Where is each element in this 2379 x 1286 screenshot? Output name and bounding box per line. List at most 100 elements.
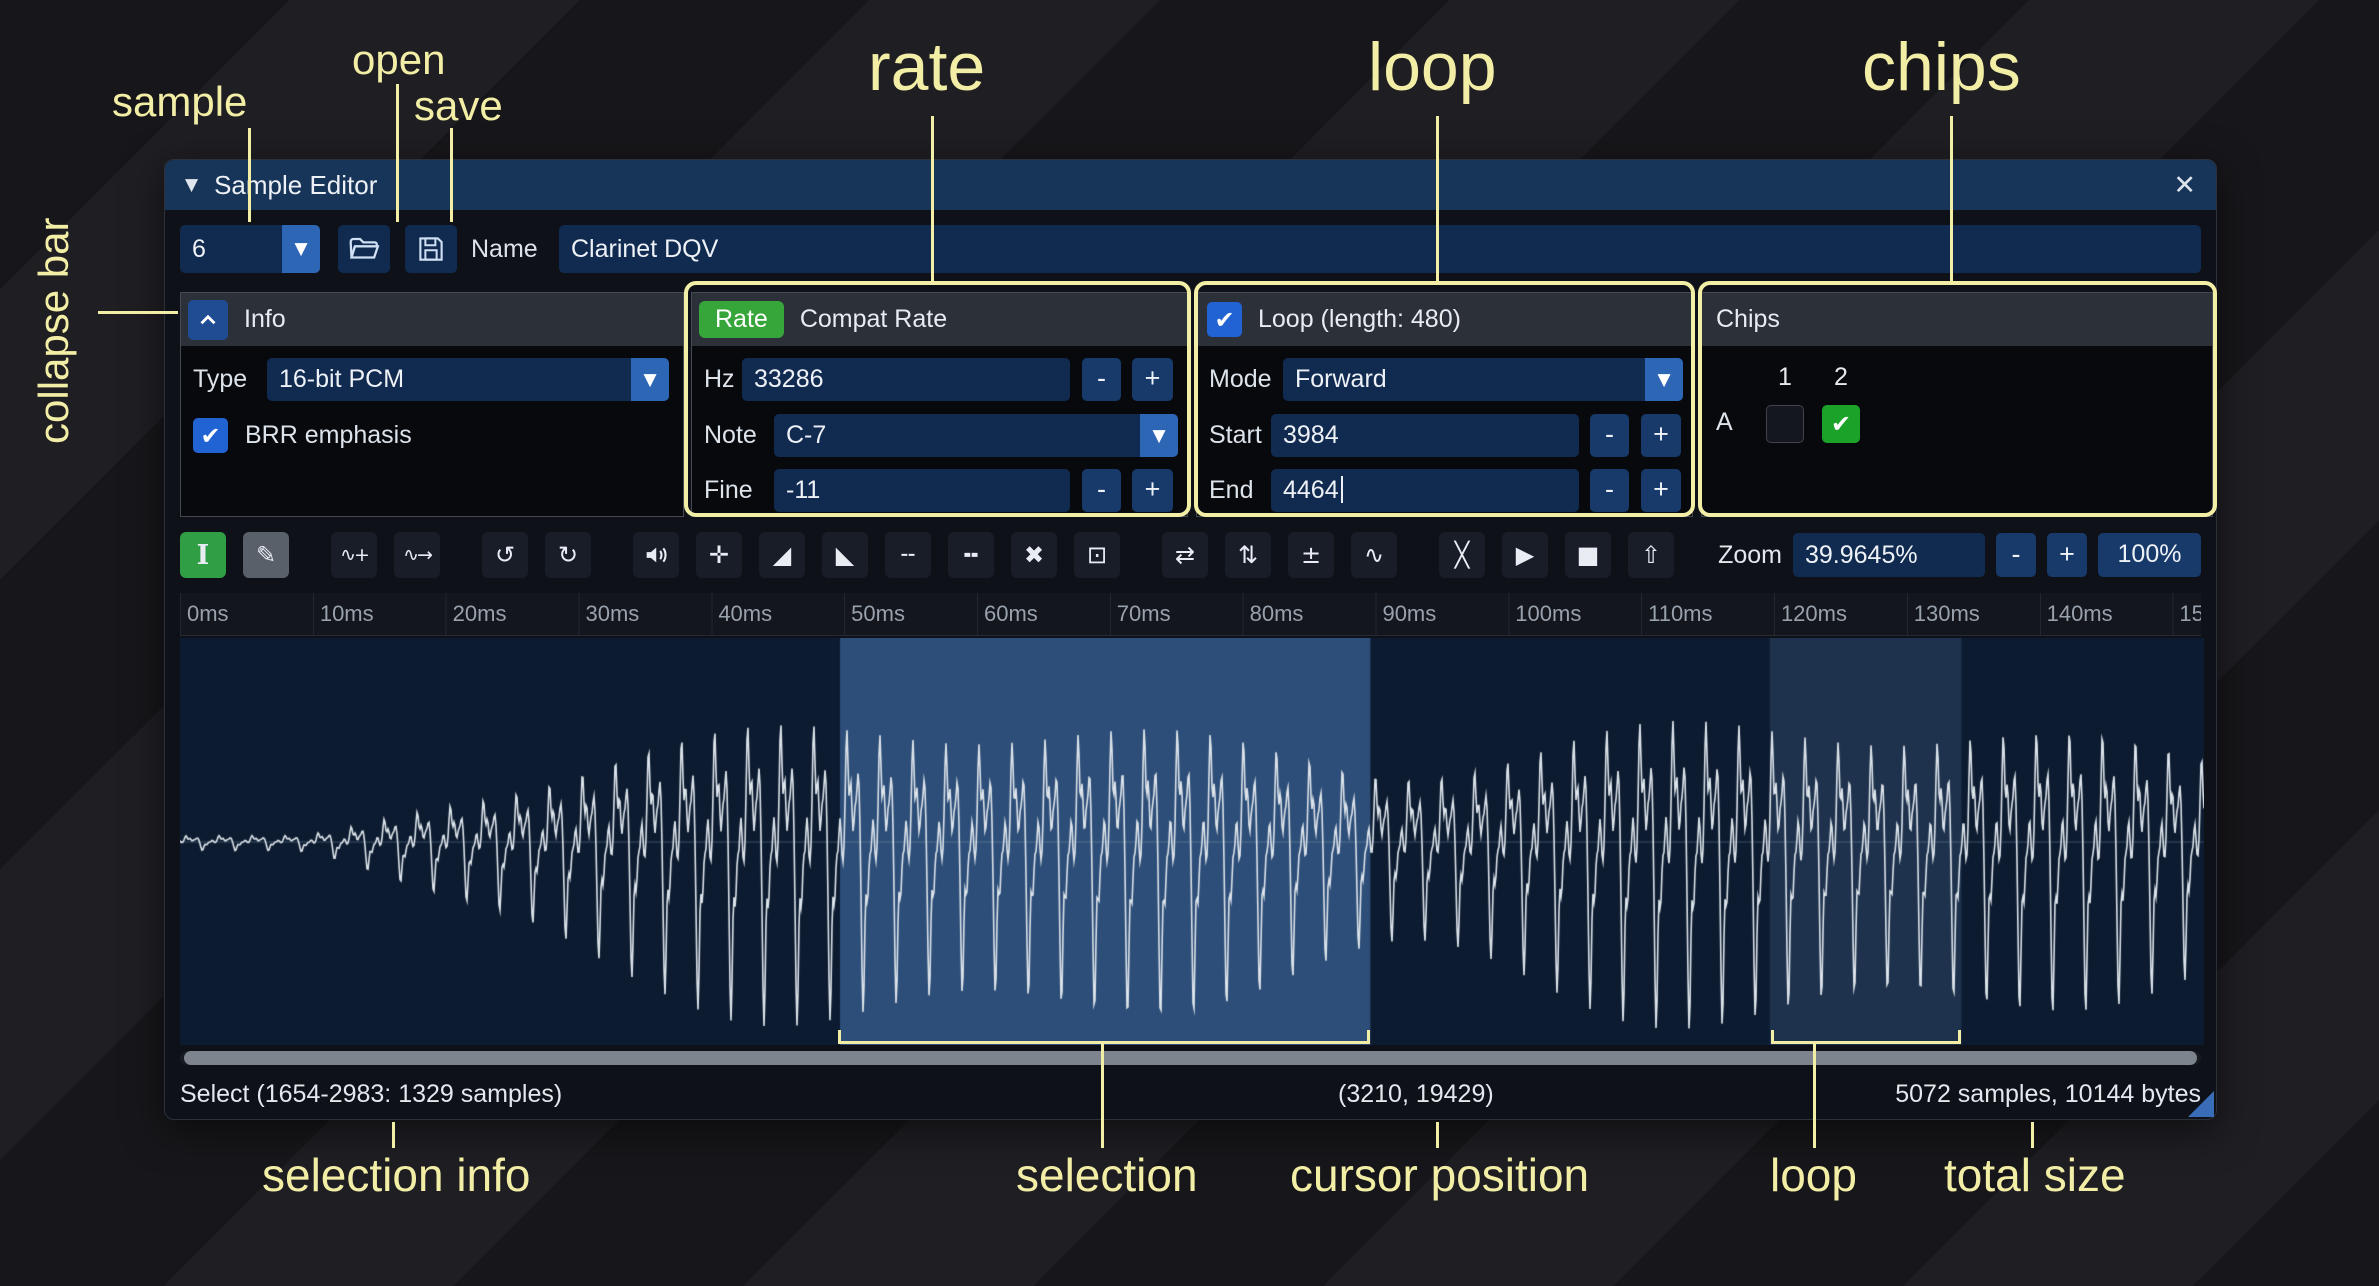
apply-silence-button[interactable]: ╍ <box>948 532 994 578</box>
note-dropdown[interactable]: C-7 ▼ <box>774 414 1178 457</box>
fine-increment-button[interactable]: + <box>1132 469 1173 512</box>
chevron-down-icon[interactable]: ▼ <box>282 225 320 273</box>
zoom-in-button[interactable]: + <box>2047 533 2087 577</box>
annotation-chips-label: chips <box>1862 28 2021 106</box>
titlebar[interactable]: ▼ Sample Editor ✕ <box>165 160 2216 210</box>
close-icon[interactable]: ✕ <box>2173 170 2196 201</box>
undo-button[interactable]: ↺ <box>482 532 528 578</box>
loop-start-input[interactable]: 3984 <box>1271 414 1579 457</box>
rate-badge[interactable]: Rate <box>699 301 784 338</box>
amplify-button[interactable] <box>633 532 679 578</box>
brr-emphasis-label: BRR emphasis <box>245 414 412 457</box>
rate-panel-header: Rate Compat Rate <box>692 293 1187 346</box>
loop-mode-dropdown[interactable]: Forward ▼ <box>1283 358 1683 401</box>
filter-button[interactable]: ∿ <box>1351 532 1397 578</box>
play-icon: ▶ <box>1516 543 1534 567</box>
loop-start-decrement-button[interactable]: - <box>1590 414 1629 457</box>
sample-selector[interactable]: 6 ▼ <box>180 225 320 273</box>
resize-grip[interactable] <box>2188 1091 2214 1117</box>
rate-panel: Rate Compat Rate Hz 33286 - + Note C-7 ▼… <box>691 292 1188 517</box>
ruler-label: 140ms <box>2040 593 2173 635</box>
save-sample-button[interactable] <box>405 225 457 273</box>
chips-header-label: Chips <box>1716 305 1780 334</box>
delete-button[interactable]: ✖ <box>1011 532 1057 578</box>
hz-input[interactable]: 33286 <box>742 358 1070 401</box>
edit-mode-draw-button[interactable]: ✎ <box>243 532 289 578</box>
stop-icon: ■ <box>1577 543 1600 567</box>
zoom-input[interactable]: 39.9645% <box>1793 533 1985 577</box>
volume-icon <box>642 541 670 569</box>
open-sample-button[interactable] <box>338 225 390 273</box>
info-panel-header[interactable]: Info <box>181 293 683 346</box>
loop-start-increment-button[interactable]: + <box>1641 414 1681 457</box>
selection-info-text: Select (1654-2983: 1329 samples) <box>180 1072 562 1117</box>
collapse-info-button[interactable] <box>188 300 228 340</box>
vertical-arrows-icon: ⇅ <box>1238 543 1258 567</box>
annotation-sample-label: sample <box>112 78 247 126</box>
loop-enabled-checkbox[interactable]: ✔ <box>1207 302 1242 337</box>
fade-in-button[interactable]: ◢ <box>759 532 805 578</box>
resample-icon: ∿→ <box>403 546 431 565</box>
plus-minus-icon: ± <box>1301 543 1321 567</box>
crop-icon: ⊡ <box>1087 543 1107 567</box>
chip-a2-checkbox[interactable]: ✔ <box>1822 405 1860 443</box>
name-label: Name <box>471 225 538 273</box>
chip-a1-checkbox[interactable] <box>1766 405 1804 443</box>
note-dropdown-value: C-7 <box>786 414 826 457</box>
create-wavetable-button[interactable]: ⇧ <box>1628 532 1674 578</box>
floppy-save-icon <box>416 234 446 264</box>
edit-mode-select-button[interactable]: I <box>180 532 226 578</box>
chevron-down-icon[interactable]: ▼ <box>631 358 669 401</box>
fine-decrement-button[interactable]: - <box>1082 469 1121 512</box>
loop-header-label: Loop (length: 480) <box>1258 305 1461 334</box>
brr-emphasis-checkbox[interactable]: ✔ <box>193 418 228 453</box>
cursor-position-text: (3210, 19429) <box>1338 1072 1494 1117</box>
loop-end-input[interactable]: 4464 <box>1271 469 1579 512</box>
window-collapse-icon[interactable]: ▼ <box>185 175 198 195</box>
ruler-label: 130ms <box>1907 593 2040 635</box>
loop-start-value: 3984 <box>1283 421 1339 449</box>
loop-end-decrement-button[interactable]: - <box>1590 469 1629 512</box>
resample-button[interactable]: ∿→ <box>394 532 440 578</box>
redo-button[interactable]: ↻ <box>545 532 591 578</box>
chevron-up-icon <box>195 307 221 333</box>
reverse-button[interactable]: ⇄ <box>1162 532 1208 578</box>
scrollbar-thumb[interactable] <box>184 1051 2197 1065</box>
trim-button[interactable]: ⊡ <box>1074 532 1120 578</box>
ruler-label: 10ms <box>313 593 446 635</box>
type-dropdown[interactable]: 16-bit PCM ▼ <box>267 358 669 401</box>
waveform-canvas[interactable] <box>180 638 2204 1045</box>
fine-input[interactable]: -11 <box>774 469 1070 512</box>
invert-button[interactable]: ⇅ <box>1225 532 1271 578</box>
fade-in-icon: ◢ <box>773 543 791 567</box>
ruler-label: 70ms <box>1110 593 1243 635</box>
resize-button[interactable]: ∿+ <box>331 532 377 578</box>
insert-silence-button[interactable]: ╌ <box>885 532 931 578</box>
hz-label: Hz <box>704 358 735 401</box>
crossing-arrows-icon: ╳ <box>1455 543 1469 567</box>
swap-arrows-icon: ⇄ <box>1175 543 1195 567</box>
stop-preview-button[interactable]: ■ <box>1565 532 1611 578</box>
annotation-selection-label: selection <box>1016 1148 1198 1202</box>
annotation-save-label: save <box>414 82 503 130</box>
crossfade-loop-points-button[interactable]: ╳ <box>1439 532 1485 578</box>
pencil-icon: ✎ <box>256 543 276 567</box>
total-size-text: 5072 samples, 10144 bytes <box>1895 1072 2201 1117</box>
hz-decrement-button[interactable]: - <box>1082 358 1121 401</box>
chevron-down-icon[interactable]: ▼ <box>1140 414 1178 457</box>
waveform-scrollbar[interactable] <box>180 1051 2201 1065</box>
zoom-label: Zoom <box>1718 541 1782 570</box>
ruler-label: 0ms <box>180 593 313 635</box>
preview-button[interactable]: ▶ <box>1502 532 1548 578</box>
fade-out-button[interactable]: ◣ <box>822 532 868 578</box>
chevron-down-icon[interactable]: ▼ <box>1645 358 1683 401</box>
hz-value: 33286 <box>754 365 824 393</box>
dashed-line-icon: ╌ <box>901 543 915 567</box>
hz-increment-button[interactable]: + <box>1132 358 1173 401</box>
zoom-reset-button[interactable]: 100% <box>2098 533 2201 577</box>
sign-invert-button[interactable]: ± <box>1288 532 1334 578</box>
sample-name-input[interactable]: Clarinet DQV <box>559 225 2201 273</box>
normalize-button[interactable]: ✛ <box>696 532 742 578</box>
loop-end-increment-button[interactable]: + <box>1641 469 1681 512</box>
zoom-out-button[interactable]: - <box>1996 533 2036 577</box>
